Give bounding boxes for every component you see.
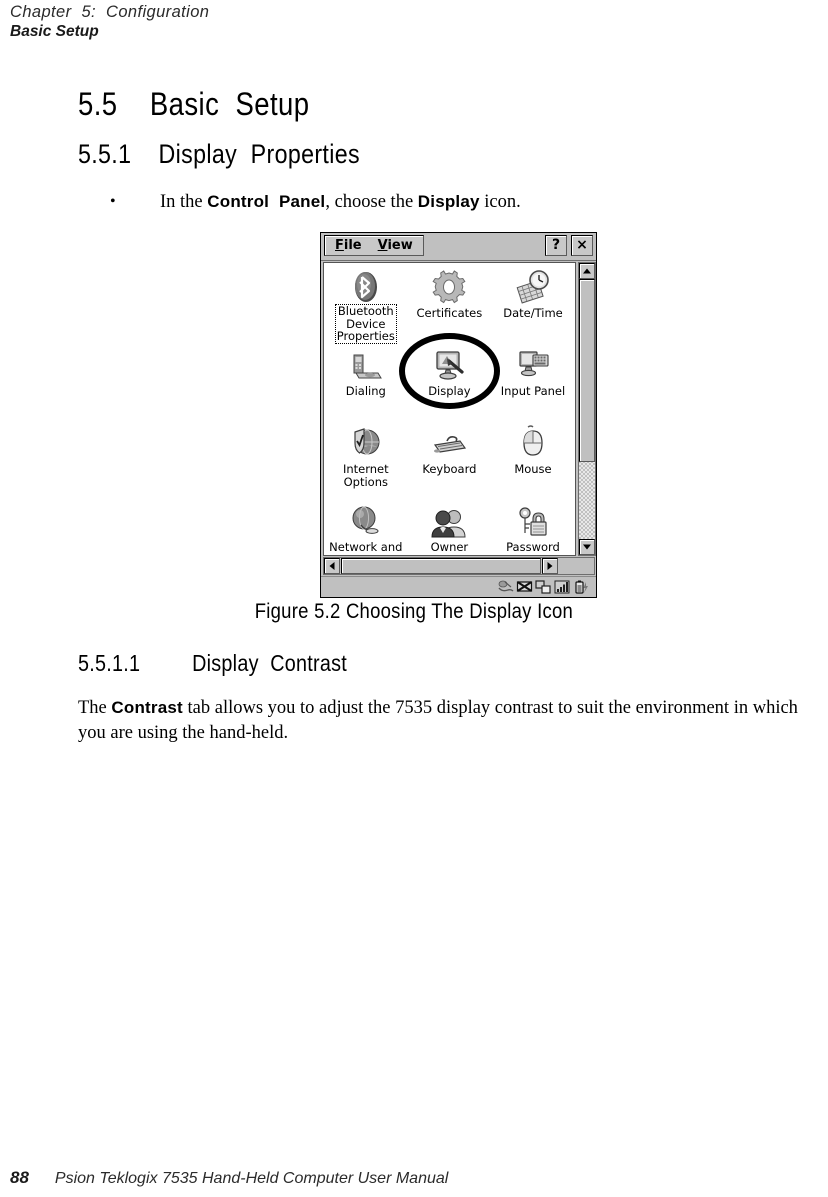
paragraph-term-contrast: Contrast — [111, 698, 183, 717]
display-monitor-icon — [408, 341, 492, 383]
battery-charging-icon[interactable] — [573, 579, 590, 595]
control-panel-label-date-time: Date/Time — [503, 306, 563, 320]
control-panel-item-bluetooth[interactable]: Bluetooth Device Properties — [324, 263, 408, 344]
page-footer: 88 Psion Teklogix 7535 Hand-Held Computer… — [10, 1168, 710, 1188]
control-panel-client-area: Bluetooth Device Properties Certificates… — [321, 260, 598, 560]
scroll-up-button[interactable] — [579, 263, 595, 279]
icon-row: Bluetooth Device Properties Certificates… — [324, 263, 575, 344]
control-panel-item-keyboard[interactable]: Keyboard — [408, 419, 492, 497]
bullet-text: In the Control Panel, choose the Display… — [160, 190, 750, 214]
owner-people-icon — [408, 497, 492, 539]
dual-display-icon[interactable] — [535, 579, 552, 595]
figure-caption-text: Figure 5.2 Choosing The Display Icon — [254, 600, 574, 623]
control-panel-item-date-time[interactable]: Date/Time — [491, 263, 575, 341]
control-panel-label-owner: Owner — [430, 540, 469, 554]
control-panel-item-certificates[interactable]: Certificates — [408, 263, 492, 341]
control-panel-item-dialing[interactable]: Dialing — [324, 341, 408, 419]
scroll-left-button[interactable] — [324, 558, 340, 574]
subsection-heading-display-contrast: 5.5.1.1 Display Contrast — [78, 650, 348, 676]
running-head-section: Basic Setup — [10, 23, 99, 40]
control-panel-label-network: Network and — [329, 540, 403, 554]
vertical-scroll-track[interactable] — [579, 279, 595, 539]
triangle-up-icon — [583, 268, 591, 274]
bullet-text-suffix: icon. — [479, 192, 521, 212]
footer-page-number: 88 — [10, 1168, 29, 1187]
keyboard-icon — [408, 419, 492, 461]
close-button[interactable]: × — [571, 235, 593, 256]
control-panel-label-mouse: Mouse — [514, 462, 552, 476]
footer-manual-title: Psion Teklogix 7535 Hand-Held Computer U… — [54, 1170, 449, 1187]
figure-caption: Figure 5.2 Choosing The Display Icon — [0, 600, 828, 624]
control-panel-item-owner[interactable]: Owner — [408, 497, 492, 555]
control-panel-item-password[interactable]: Password — [491, 497, 575, 555]
triangle-left-icon — [329, 562, 335, 570]
mouse-icon — [491, 419, 575, 461]
input-panel-keyboard-icon — [491, 341, 575, 383]
section-heading-display-properties: 5.5.1 Display Properties — [78, 139, 360, 169]
vertical-scroll-thumb[interactable] — [579, 279, 595, 462]
control-panel-label-internet-options: Internet Options — [342, 462, 389, 489]
vertical-scrollbar[interactable] — [578, 262, 596, 556]
page-title: 5.5 Basic Setup — [78, 86, 310, 122]
bluetooth-icon — [324, 263, 408, 305]
control-panel-item-network[interactable]: Network and — [324, 497, 408, 555]
triangle-right-icon — [547, 562, 553, 570]
bullet-marker-icon: • — [110, 193, 116, 210]
control-panel-label-password: Password — [506, 540, 560, 554]
control-panel-item-internet-options[interactable]: Internet Options — [324, 419, 408, 497]
control-panel-label-bluetooth: Bluetooth Device Properties — [334, 304, 397, 344]
running-head: Chapter 5: Configuration Basic Setup — [10, 2, 510, 41]
menu-item-view[interactable]: View — [378, 238, 413, 253]
control-panel-label-input-panel: Input Panel — [500, 384, 566, 398]
help-button[interactable]: ? — [545, 235, 567, 256]
scroll-right-button[interactable] — [542, 558, 558, 574]
date-time-clock-icon — [491, 263, 575, 305]
control-panel-item-input-panel[interactable]: Input Panel — [491, 341, 575, 419]
bullet-text-prefix: In the — [160, 192, 208, 212]
horizontal-scrollbar[interactable] — [323, 557, 595, 575]
body-paragraph: The Contrast tab allows you to adjust th… — [78, 695, 828, 746]
control-panel-label-certificates: Certificates — [416, 306, 483, 320]
bullet-text-middle: , choose the — [325, 192, 418, 212]
menu-item-file[interactable]: File — [335, 238, 362, 253]
control-panel-icon-grid: Bluetooth Device Properties Certificates… — [323, 262, 576, 556]
icon-row: Network and Owner Password — [324, 497, 575, 555]
network-globe-icon — [324, 497, 408, 539]
network-disconnected-icon[interactable] — [516, 579, 533, 595]
paragraph-prefix: The — [78, 698, 112, 718]
paragraph-rest: tab allows you to adjust the 7535 displa… — [78, 698, 798, 743]
menu-bar: File View — [324, 235, 424, 256]
control-panel-item-mouse[interactable]: Mouse — [491, 419, 575, 497]
bullet-term-display: Display — [417, 192, 480, 211]
signal-strength-icon[interactable] — [554, 579, 571, 595]
icon-row: Internet Options Keyboard Mouse — [324, 419, 575, 497]
stylus-hand-icon[interactable] — [497, 579, 514, 595]
taskbar — [321, 576, 596, 597]
bullet-list-item: • In the Control Panel, choose the Displ… — [110, 190, 750, 214]
scroll-down-button[interactable] — [579, 539, 595, 555]
control-panel-titlebar: File View ? × — [321, 233, 596, 261]
control-panel-label-keyboard: Keyboard — [422, 462, 477, 476]
certificates-gear-icon — [408, 263, 492, 305]
password-key-lock-icon — [491, 497, 575, 539]
control-panel-label-display: Display — [428, 384, 471, 398]
icon-row: Dialing Display Input Panel — [324, 341, 575, 419]
dialing-phone-icon — [324, 341, 408, 383]
internet-options-globe-icon — [324, 419, 408, 461]
control-panel-item-display[interactable]: Display — [408, 341, 492, 419]
triangle-down-icon — [583, 544, 591, 550]
horizontal-scroll-thumb[interactable] — [341, 558, 541, 574]
control-panel-window: File View ? × Bluetooth Device Propertie… — [320, 232, 597, 598]
running-head-chapter: Chapter 5: Configuration — [10, 3, 210, 21]
bullet-term-control-panel: Control Panel — [207, 192, 326, 211]
control-panel-label-dialing: Dialing — [345, 384, 386, 398]
